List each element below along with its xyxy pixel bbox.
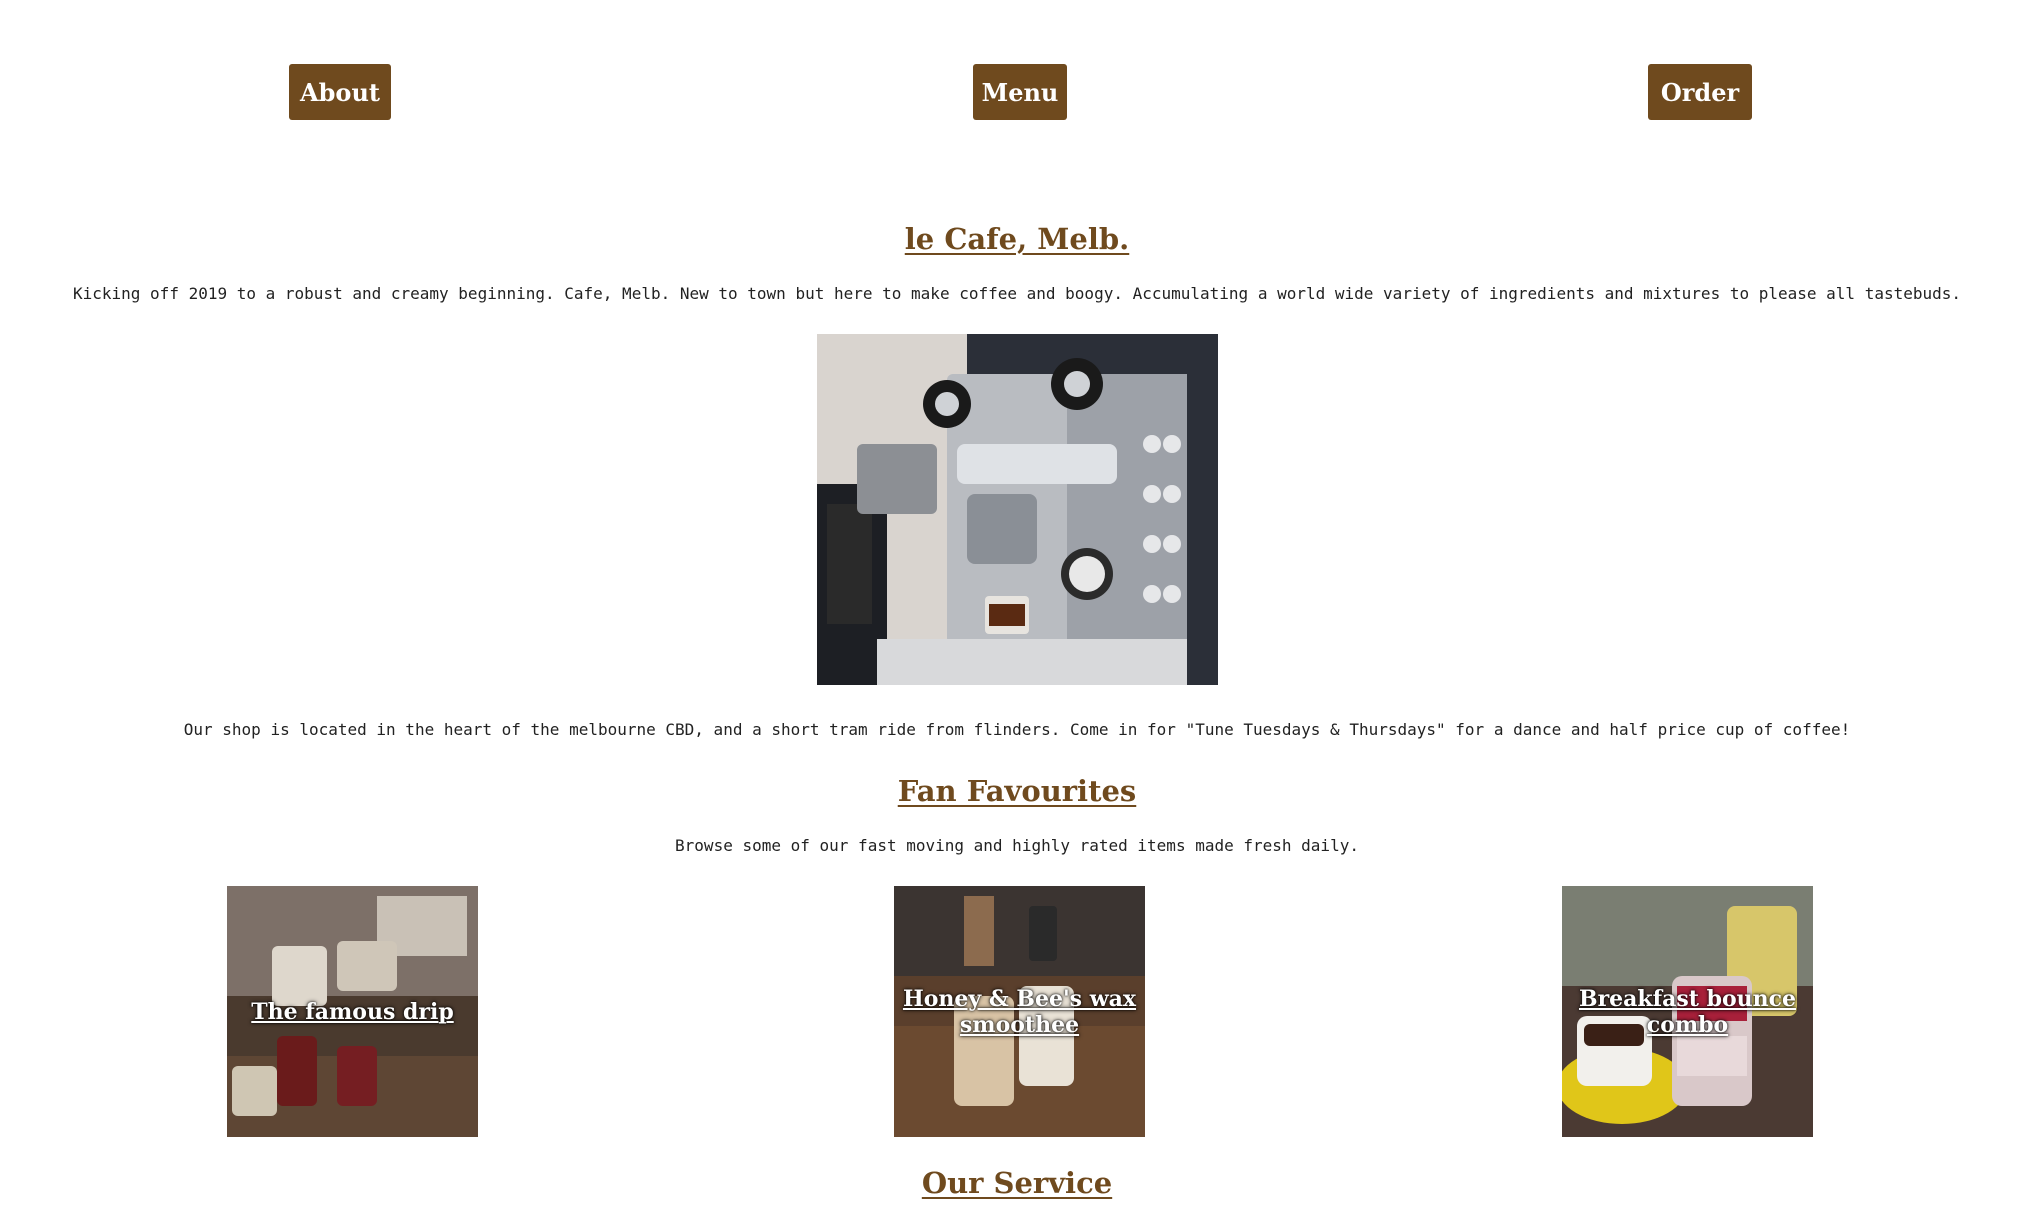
espresso-machine-image bbox=[817, 334, 1218, 685]
order-button[interactable]: Order bbox=[1648, 64, 1752, 120]
fav-item-label[interactable]: Honey & Bee's wax smoothee bbox=[902, 986, 1137, 1038]
about-button[interactable]: About bbox=[289, 64, 391, 120]
fav-item-breakfast-bounce[interactable]: Breakfast bounce combo bbox=[1562, 886, 1813, 1137]
intro-paragraph: Kicking off 2019 to a robust and creamy … bbox=[72, 284, 1962, 303]
fan-favourites-heading: Fan Favourites bbox=[897, 774, 1137, 808]
fav-item-honey-smoothee[interactable]: Honey & Bee's wax smoothee bbox=[894, 886, 1145, 1137]
fan-favourites-description: Browse some of our fast moving and highl… bbox=[675, 836, 1359, 855]
page-title: le Cafe, Melb. bbox=[904, 222, 1130, 256]
menu-button[interactable]: Menu bbox=[973, 64, 1067, 120]
fav-item-famous-drip[interactable]: The famous drip bbox=[227, 886, 478, 1137]
fav-item-label[interactable]: Breakfast bounce combo bbox=[1570, 986, 1805, 1038]
fav-item-label[interactable]: The famous drip bbox=[235, 999, 470, 1025]
location-paragraph: Our shop is located in the heart of the … bbox=[183, 720, 1851, 739]
our-service-heading: Our Service bbox=[921, 1166, 1113, 1200]
